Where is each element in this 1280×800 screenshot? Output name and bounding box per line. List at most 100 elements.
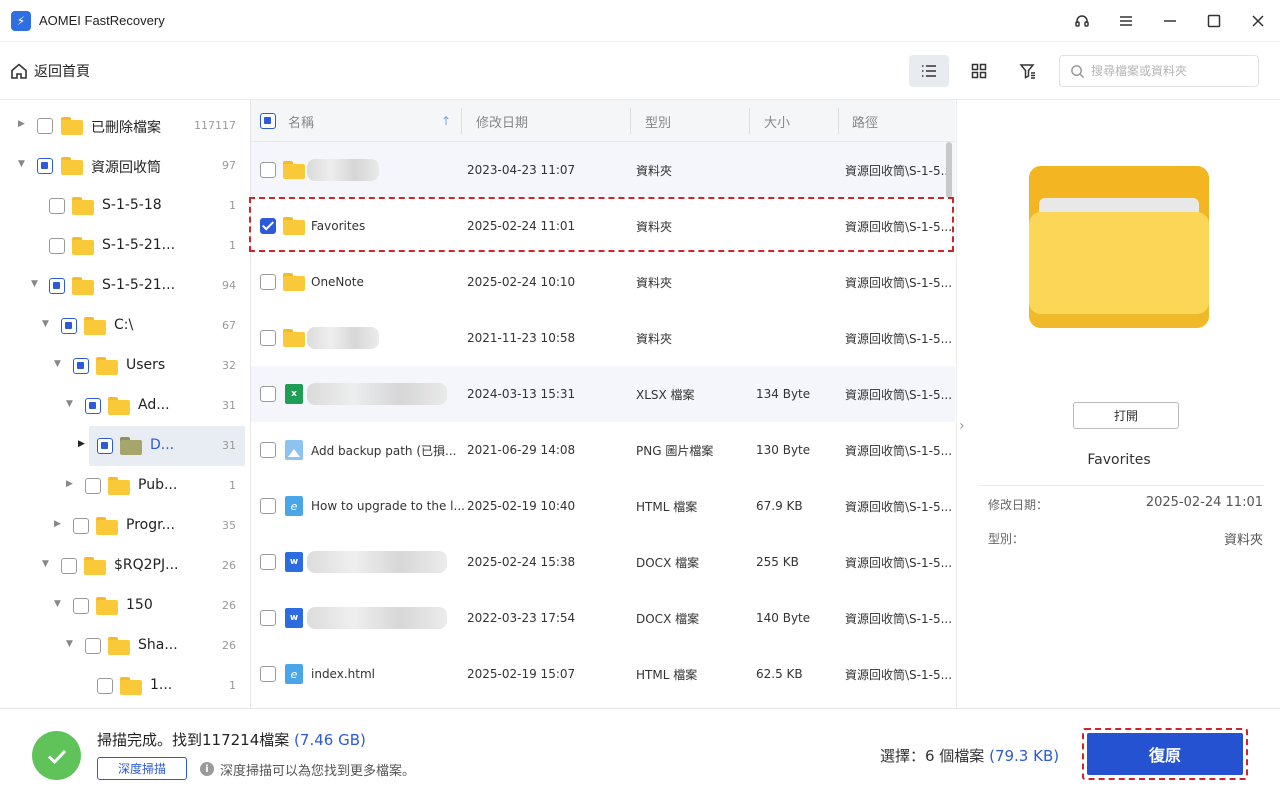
row-checkbox[interactable] — [260, 610, 276, 626]
tree-item[interactable]: ▶ Progr... 35 — [0, 506, 250, 546]
tree-item[interactable]: ▶ Pub... 1 — [0, 466, 250, 506]
tree-item-checkbox[interactable] — [37, 158, 53, 174]
tree-item-checkbox[interactable] — [73, 518, 89, 534]
row-checkbox[interactable] — [260, 274, 276, 290]
tree-item[interactable]: S-1-5-18 1 — [0, 186, 250, 226]
folder-icon — [120, 437, 142, 455]
tree-item-checkbox[interactable] — [73, 598, 89, 614]
table-row[interactable]: w 2022-03-23 17:54 DOCX 檔案 140 Byte 資源回收筒\S-… — [251, 590, 955, 646]
tree-item-checkbox[interactable] — [37, 118, 53, 134]
table-row[interactable]: 2021-11-23 10:58 資料夾 資源回收筒\S-1-5... — [251, 310, 955, 366]
tree-item-checkbox[interactable] — [97, 438, 113, 454]
collapse-arrow-icon[interactable]: ▼ — [42, 560, 50, 569]
tree-item[interactable]: S-1-5-21... 1 — [0, 226, 250, 266]
tree-item-checkbox[interactable] — [61, 318, 77, 334]
row-checkbox[interactable] — [260, 442, 276, 458]
table-row[interactable]: w 2025-02-24 15:38 DOCX 檔案 255 KB 資源回收筒\S-1-… — [251, 534, 955, 590]
row-checkbox[interactable] — [260, 498, 276, 514]
blurred-file-name — [307, 607, 447, 629]
restore-button[interactable]: 復原 — [1087, 733, 1243, 775]
collapse-arrow-icon[interactable]: ▼ — [42, 320, 50, 329]
collapse-arrow-icon[interactable]: ▼ — [18, 160, 26, 169]
expand-arrow-icon[interactable]: ▶ — [18, 120, 26, 129]
file-date: 2021-11-23 10:58 — [467, 331, 576, 345]
tree-item-count: 94 — [222, 279, 236, 292]
grid-view-button[interactable] — [959, 55, 999, 87]
tree-item[interactable]: ▼ Sha... 26 — [0, 626, 250, 666]
file-size: 134 Byte — [756, 387, 811, 401]
collapse-arrow-icon[interactable]: ▼ — [66, 400, 74, 409]
table-row[interactable]: e index.html 2025-02-19 15:07 HTML 檔案 62.5 K… — [251, 646, 955, 702]
search-input[interactable] — [1091, 64, 1241, 78]
tree-item[interactable]: ▶ D... 31 — [0, 426, 250, 466]
collapse-arrow-icon[interactable]: ▼ — [31, 280, 39, 289]
back-home-button[interactable]: 返回首頁 — [10, 61, 90, 81]
open-button[interactable]: 打開 — [1073, 402, 1179, 429]
tree-item[interactable]: ▼ Users 32 — [0, 346, 250, 386]
column-path[interactable]: 路徑 — [852, 100, 878, 142]
support-button[interactable] — [1060, 0, 1104, 42]
expand-arrow-icon[interactable]: ▶ — [78, 440, 86, 449]
collapse-arrow-icon[interactable]: ▼ — [54, 360, 62, 369]
tree-item[interactable]: ▼ 資源回收筒 97 — [0, 146, 250, 186]
tree-item-checkbox[interactable] — [85, 478, 101, 494]
table-row[interactable]: e How to upgrade to the l... 2025-02-19 10… — [251, 478, 955, 534]
tree-item[interactable]: ▼ 150 26 — [0, 586, 250, 626]
row-checkbox[interactable] — [260, 554, 276, 570]
modified-date-value: 2025-02-24 11:01 — [1145, 495, 1263, 510]
column-date[interactable]: 修改日期 — [476, 100, 528, 142]
row-checkbox[interactable] — [260, 162, 276, 178]
table-row[interactable]: OneNote 2025-02-24 10:10 資料夾 資源回收筒\S-1-5... — [251, 254, 955, 310]
column-type[interactable]: 型別 — [645, 100, 671, 142]
deep-scan-button[interactable]: 深度掃描 — [97, 757, 187, 780]
trash-folder-icon — [61, 117, 83, 135]
column-divider[interactable] — [749, 108, 750, 134]
tree-item[interactable]: ▶ 已刪除檔案 117117 — [0, 106, 250, 146]
table-row[interactable]: 2023-04-23 11:07 資料夾 資源回收筒\S-1-5... — [251, 142, 955, 198]
tree-item[interactable]: ▼ Ad... 31 — [0, 386, 250, 426]
collapse-arrow-icon[interactable]: ▼ — [54, 600, 62, 609]
list-scrollbar[interactable] — [946, 142, 952, 198]
row-checkbox[interactable] — [260, 386, 276, 402]
column-name[interactable]: 名稱 — [288, 100, 314, 142]
row-checkbox[interactable] — [260, 666, 276, 682]
collapse-arrow-icon[interactable]: ▼ — [66, 640, 74, 649]
row-checkbox[interactable] — [260, 218, 276, 234]
search-box[interactable] — [1059, 55, 1259, 87]
table-row[interactable]: Favorites 2025-02-24 11:01 資料夾 資源回收筒\S-1-5.… — [251, 198, 955, 254]
file-size: 255 KB — [756, 555, 799, 569]
minimize-button[interactable] — [1148, 0, 1192, 42]
tree-item-checkbox[interactable] — [85, 638, 101, 654]
tree-item-checkbox[interactable] — [73, 358, 89, 374]
tree-item-checkbox[interactable] — [61, 558, 77, 574]
tree-item-label: Users — [126, 357, 166, 373]
filter-button[interactable] — [1008, 55, 1048, 87]
tree-item[interactable]: 1... 1 — [0, 666, 250, 706]
maximize-button[interactable] — [1192, 0, 1236, 42]
tree-item-checkbox[interactable] — [49, 198, 65, 214]
list-view-button[interactable] — [909, 55, 949, 87]
tree-item[interactable]: ▼ $RQ2PJ... 26 — [0, 546, 250, 586]
maximize-icon — [1207, 14, 1221, 28]
status-bar: 掃描完成。找到117214檔案 (7.46 GB) 深度掃描 i 深度掃描可以為… — [0, 708, 1280, 800]
expand-arrow-icon[interactable]: ▶ — [66, 480, 74, 489]
column-divider[interactable] — [838, 108, 839, 134]
collapse-preview-icon[interactable]: › — [959, 418, 965, 434]
tree-item-checkbox[interactable] — [49, 238, 65, 254]
tree-item-checkbox[interactable] — [49, 278, 65, 294]
expand-arrow-icon[interactable]: ▶ — [54, 520, 62, 529]
table-row[interactable]: Add backup path (已損... 2021-06-29 14:08 PN… — [251, 422, 955, 478]
column-size[interactable]: 大小 — [764, 100, 790, 142]
tree-item[interactable]: ▼ S-1-5-21... 94 — [0, 266, 250, 306]
column-divider[interactable] — [630, 108, 631, 134]
tree-item-checkbox[interactable] — [85, 398, 101, 414]
tree-item-checkbox[interactable] — [97, 678, 113, 694]
tree-item[interactable]: ▼ C:\ 67 — [0, 306, 250, 346]
row-checkbox[interactable] — [260, 330, 276, 346]
close-button[interactable] — [1236, 0, 1280, 42]
table-row[interactable]: x 2024-03-13 15:31 XLSX 檔案 134 Byte 資源回收筒\S-… — [251, 366, 955, 422]
column-divider[interactable] — [461, 108, 462, 134]
sort-ascending-icon[interactable]: ↑ — [441, 100, 451, 142]
menu-button[interactable] — [1104, 0, 1148, 42]
select-all-checkbox[interactable] — [260, 113, 276, 129]
